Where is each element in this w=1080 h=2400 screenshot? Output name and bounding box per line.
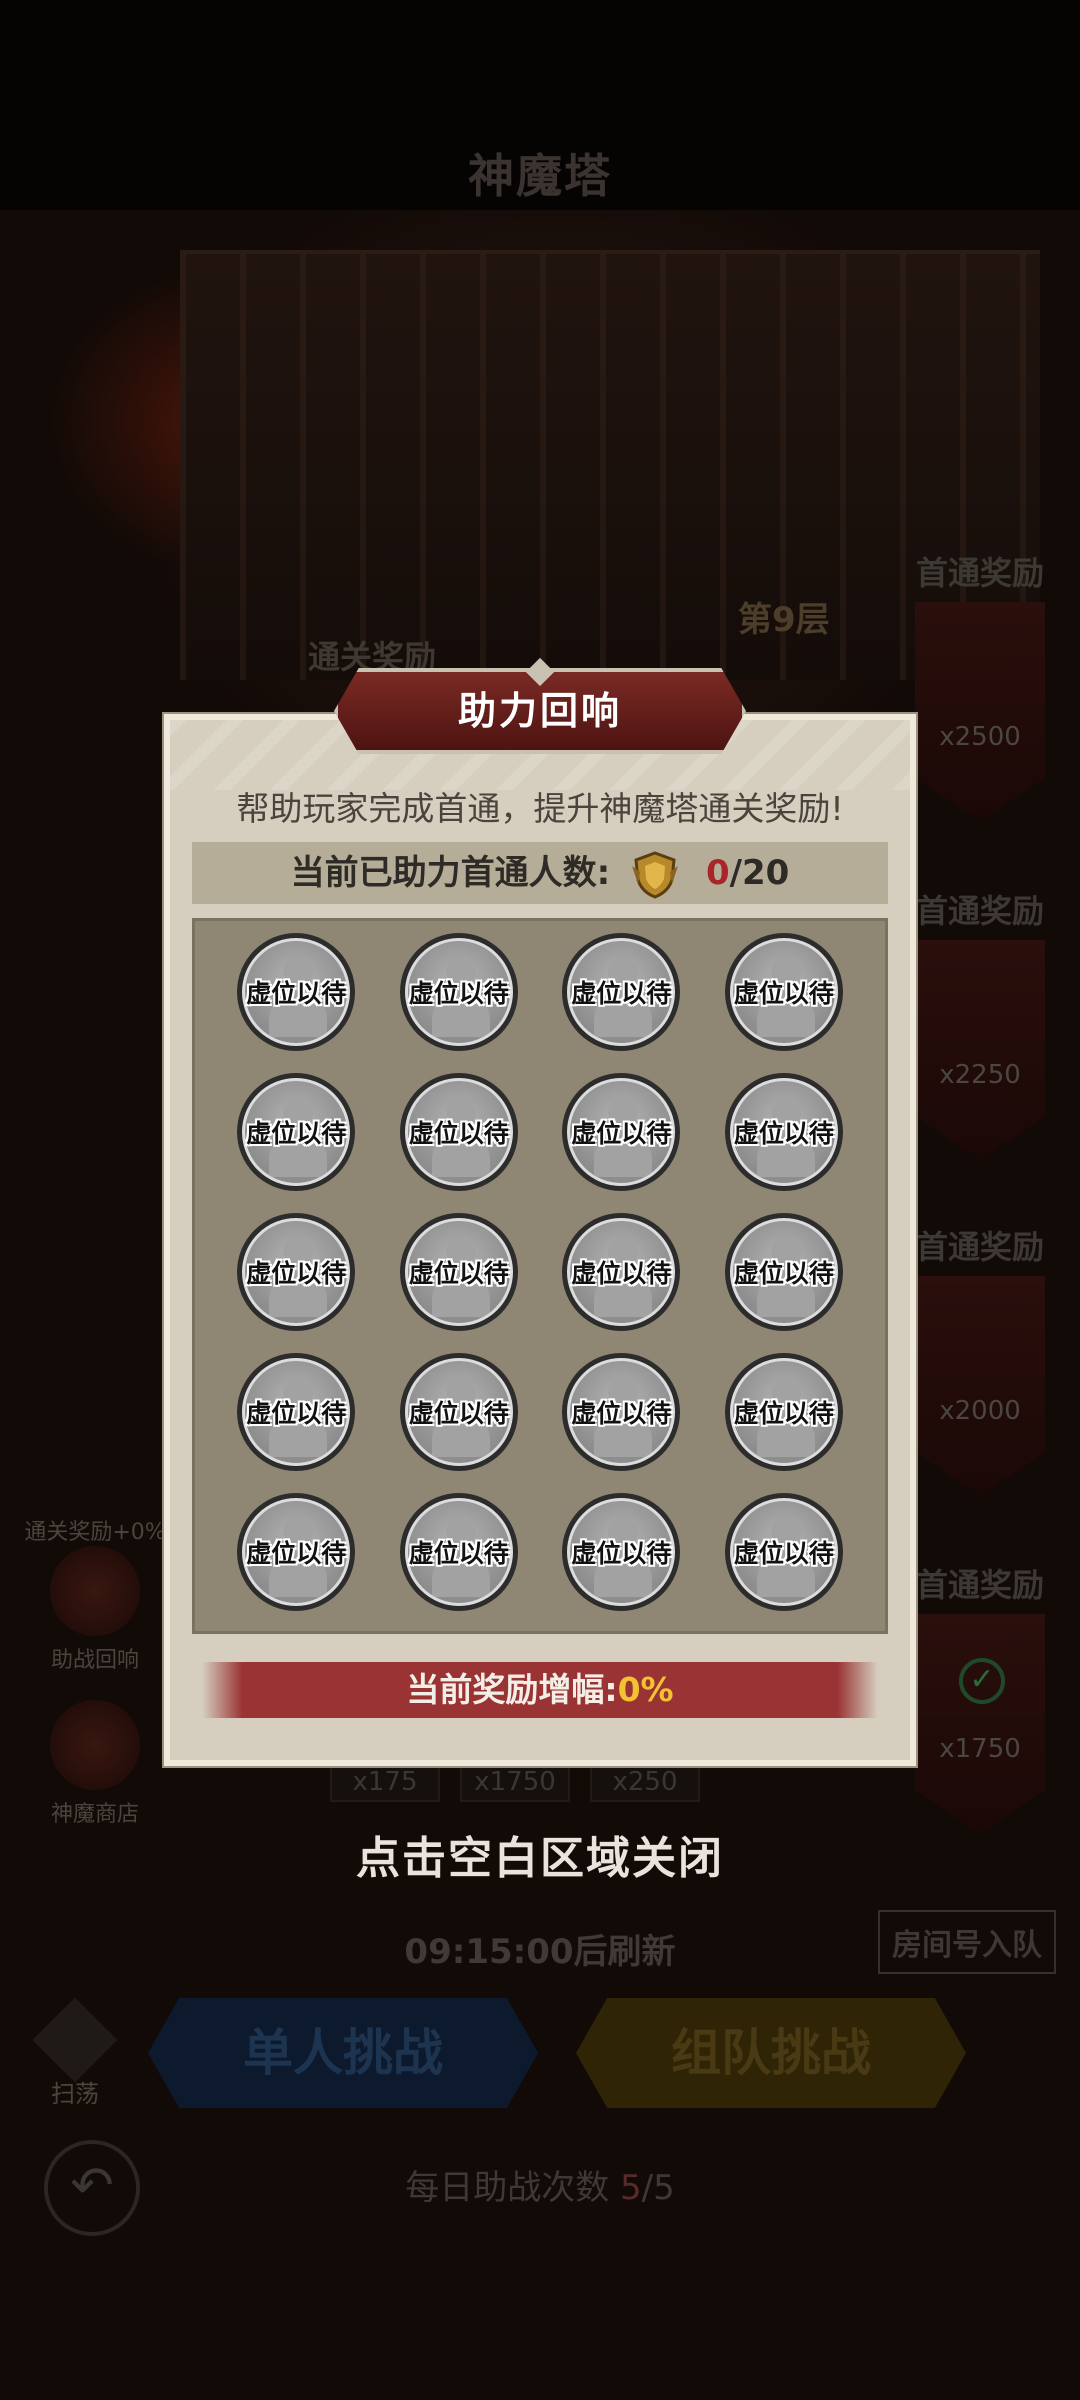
clear-reward-items: x175 x1750 x250 [330, 1762, 700, 1802]
team-challenge-button[interactable]: 组队挑战 [576, 1998, 966, 2108]
assist-slot[interactable]: 虚位以待 [237, 1073, 356, 1191]
first-clear-banner: x2000 [915, 1276, 1045, 1496]
assist-slot[interactable]: 虚位以待 [399, 1493, 518, 1611]
boost-label: 当前奖励增幅: [406, 1670, 618, 1709]
first-clear-amount: x2000 [939, 1396, 1021, 1426]
assist-slot[interactable]: 虚位以待 [562, 1493, 681, 1611]
first-clear-title: 首通奖励 [915, 554, 1044, 592]
slot-label: 虚位以待 [246, 979, 347, 1008]
popup-description: 帮助玩家完成首通，提升神魔塔通关奖励! [236, 789, 844, 828]
single-challenge-button[interactable]: 单人挑战 [148, 1998, 538, 2108]
first-clear-banner: x2500 [915, 602, 1045, 822]
assist-echo-popup: 帮助玩家完成首通，提升神魔塔通关奖励! 当前已助力首通人数: 0/20 虚位以待… [164, 714, 916, 1766]
assist-slot[interactable]: 虚位以待 [562, 1073, 681, 1191]
slot-label: 虚位以待 [733, 979, 834, 1008]
first-clear-title: 首通奖励 [915, 892, 1044, 930]
assist-count-bar: 当前已助力首通人数: 0/20 [192, 842, 888, 904]
tower-title: 神魔塔 [468, 149, 612, 203]
first-clear-banner: ✓ x1750 [915, 1614, 1045, 1834]
assist-slot[interactable]: 虚位以待 [562, 1213, 681, 1331]
slot-label: 虚位以待 [571, 1259, 672, 1288]
reward-item: x1750 [460, 1762, 570, 1802]
assist-slot[interactable]: 虚位以待 [724, 1213, 843, 1331]
slot-label: 虚位以待 [571, 979, 672, 1008]
assist-slots-panel: 虚位以待 虚位以待 虚位以待 虚位以待 虚位以待 虚位以待 虚位以待 虚位以待 虚位以待 虚位以待… [192, 918, 888, 1634]
slot-label: 虚位以待 [408, 1539, 509, 1568]
assist-slot[interactable]: 虚位以待 [237, 933, 356, 1051]
assist-echo-bonus: 通关奖励+0% [24, 1520, 166, 1545]
shop-icon [50, 1700, 140, 1790]
room-join-button[interactable]: 房间号入队 [878, 1910, 1056, 1974]
assist-slot[interactable]: 虚位以待 [399, 1213, 518, 1331]
first-clear-title: 首通奖励 [915, 1228, 1044, 1266]
slot-label: 虚位以待 [733, 1539, 834, 1568]
slot-label: 虚位以待 [733, 1119, 834, 1148]
slot-label: 虚位以待 [733, 1399, 834, 1428]
assist-slot[interactable]: 虚位以待 [237, 1353, 356, 1471]
assist-slot[interactable]: 虚位以待 [562, 933, 681, 1051]
slot-label: 虚位以待 [571, 1119, 672, 1148]
assist-slots-grid: 虚位以待 虚位以待 虚位以待 虚位以待 虚位以待 虚位以待 虚位以待 虚位以待 虚位以待 虚位以待… [215, 931, 865, 1611]
reward-item: x175 [330, 1762, 440, 1802]
boost-value: 0% [617, 1670, 674, 1709]
slot-label: 虚位以待 [571, 1539, 672, 1568]
slot-label: 虚位以待 [246, 1539, 347, 1568]
assist-echo-button[interactable]: 通关奖励+0% 助战回响 [20, 1514, 170, 1674]
first-clear-amount: x2500 [939, 722, 1021, 752]
assist-echo-icon [50, 1546, 140, 1636]
slot-label: 虚位以待 [408, 979, 509, 1008]
assist-slot[interactable]: 虚位以待 [237, 1493, 356, 1611]
assist-slot[interactable]: 虚位以待 [562, 1353, 681, 1471]
daily-assist-total: /5 [641, 2168, 675, 2208]
assist-slot[interactable]: 虚位以待 [724, 933, 843, 1051]
sword-icon [32, 1997, 118, 2083]
first-clear-reward-card[interactable]: 首通奖励 x2000 [905, 1222, 1055, 1512]
medal-icon [632, 850, 679, 899]
slot-label: 虚位以待 [408, 1119, 509, 1148]
assist-slot[interactable]: 虚位以待 [724, 1073, 843, 1191]
close-hint[interactable]: 点击空白区域关闭 [0, 1822, 1080, 1886]
floor-label: 第9层 [738, 600, 830, 640]
slot-label: 虚位以待 [733, 1259, 834, 1288]
slot-label: 虚位以待 [408, 1259, 509, 1288]
assist-slot[interactable]: 虚位以待 [724, 1493, 843, 1611]
daily-assist-count: 每日助战次数 5/5 [0, 2160, 1080, 2209]
assist-count-label: 当前已助力首通人数: [290, 853, 611, 893]
assist-slot[interactable]: 虚位以待 [724, 1353, 843, 1471]
reward-boost-bar: 当前奖励增幅:0% [202, 1662, 878, 1718]
assist-count-total: /20 [729, 853, 790, 893]
slot-label: 虚位以待 [408, 1399, 509, 1428]
first-clear-banner: x2250 [915, 940, 1045, 1160]
shop-button[interactable]: 神魔商店 [20, 1700, 170, 1828]
assist-slot[interactable]: 虚位以待 [237, 1213, 356, 1331]
first-clear-reward-card[interactable]: 首通奖励 x2500 [905, 548, 1055, 838]
first-clear-reward-card[interactable]: 首通奖励 x2250 [905, 886, 1055, 1176]
slot-label: 虚位以待 [571, 1399, 672, 1428]
first-clear-amount: x2250 [939, 1060, 1021, 1090]
slot-label: 虚位以待 [246, 1399, 347, 1428]
reward-item: x250 [590, 1762, 700, 1802]
first-clear-reward-card[interactable]: 首通奖励 ✓ x1750 [905, 1560, 1055, 1850]
check-icon: ✓ [959, 1658, 1005, 1704]
assist-slot[interactable]: 虚位以待 [399, 1073, 518, 1191]
daily-assist-label: 每日助战次数 [405, 2168, 610, 2208]
slot-label: 虚位以待 [246, 1259, 347, 1288]
assist-count-current: 0 [705, 853, 730, 893]
first-clear-amount: x1750 [939, 1734, 1021, 1764]
daily-assist-used: 5 [620, 2168, 642, 2208]
sweep-button[interactable]: 扫荡 [30, 1997, 120, 2109]
assist-slot[interactable]: 虚位以待 [399, 933, 518, 1051]
assist-echo-label: 助战回响 [50, 1648, 139, 1673]
first-clear-title: 首通奖励 [915, 1566, 1044, 1604]
slot-label: 虚位以待 [246, 1119, 347, 1148]
assist-slot[interactable]: 虚位以待 [399, 1353, 518, 1471]
